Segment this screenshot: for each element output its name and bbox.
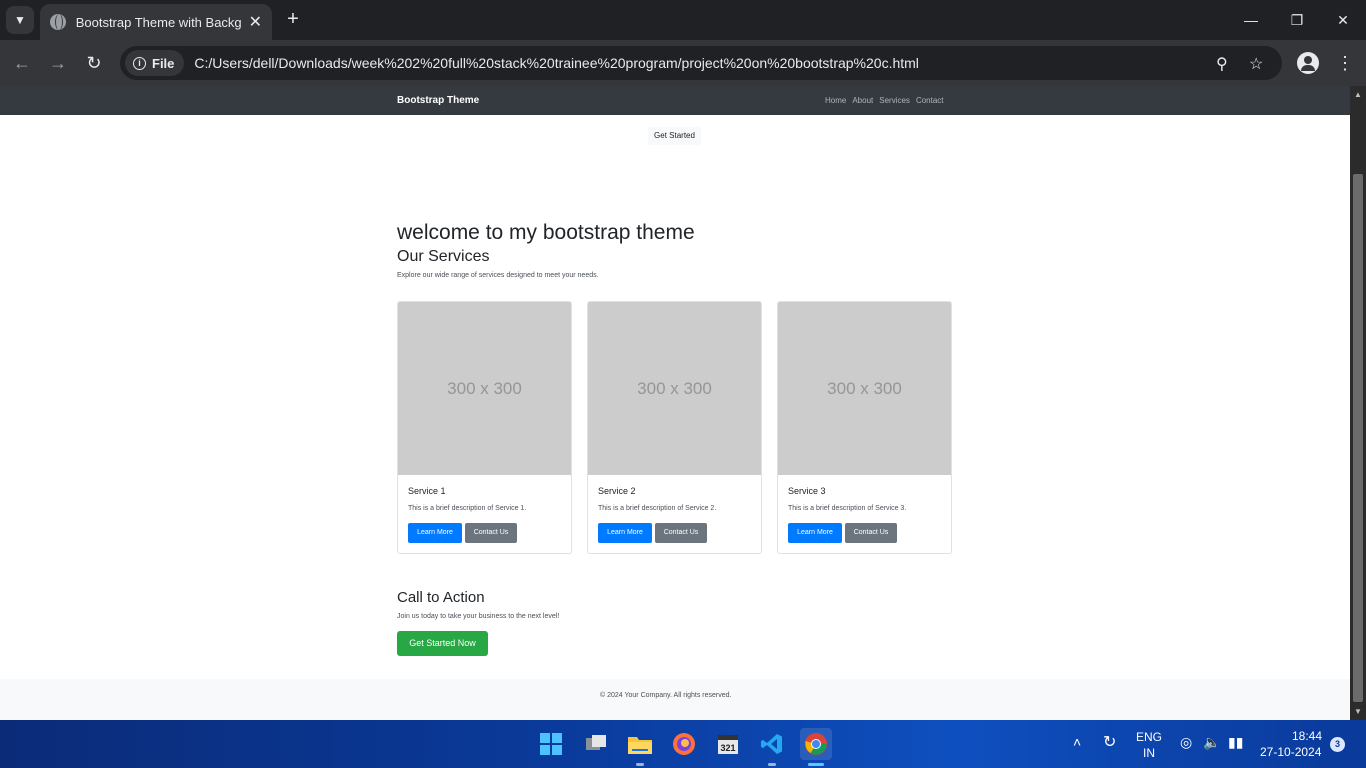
running-indicator [808, 763, 824, 766]
network-icon[interactable]: ◎ [1180, 734, 1192, 751]
svg-text:321: 321 [720, 743, 735, 753]
url-text[interactable]: C:/Users/dell/Downloads/week%202%20full%… [194, 55, 919, 71]
services-heading: Our Services [397, 248, 490, 265]
info-icon: i [133, 56, 146, 70]
notification-badge[interactable]: 3 [1330, 737, 1345, 752]
site-navbar: Bootstrap Theme Home About Services Cont… [0, 86, 1350, 115]
tab-title: Bootstrap Theme with Background [75, 14, 241, 30]
vscode-icon [761, 734, 782, 754]
forward-button[interactable]: → [46, 51, 70, 75]
calendar-app-button[interactable]: 321 [712, 728, 744, 760]
windows-taskbar: 321 ˄ ↻ ENG IN ◎ 🔈 ▮▮ 18:44 27-10-2024 [0, 720, 1366, 768]
learn-more-button[interactable]: Learn More [598, 523, 652, 543]
start-button[interactable] [535, 728, 567, 760]
contact-us-button[interactable]: Contact Us [465, 523, 517, 543]
tab-search-button[interactable]: ▼ [6, 6, 34, 34]
contact-us-button[interactable]: Contact Us [845, 523, 897, 543]
close-window-button[interactable]: ✕ [1320, 0, 1366, 40]
nav-link-home[interactable]: Home [825, 96, 846, 105]
task-view-button[interactable] [580, 728, 612, 760]
cta-heading: Call to Action [397, 589, 485, 606]
service-title: Service 2 [598, 486, 636, 496]
footer-copyright: © 2024 Your Company. All rights reserved… [600, 692, 732, 699]
minimize-button[interactable]: — [1228, 0, 1274, 40]
language-indicator-bottom[interactable]: IN [1143, 746, 1155, 760]
service-description: This is a brief description of Service 2… [598, 505, 717, 512]
start-icon [540, 733, 562, 755]
services-subtitle: Explore our wide range of services desig… [397, 272, 599, 279]
zoom-icon[interactable]: ⚲ [1216, 54, 1228, 74]
cta-subtitle: Join us today to take your business to t… [397, 613, 560, 620]
reload-button[interactable]: ↻ [82, 51, 106, 75]
close-tab-icon[interactable]: ✕ [249, 12, 262, 32]
restore-button[interactable]: ❐ [1274, 0, 1320, 40]
scroll-down-arrow-icon[interactable]: ▼ [1354, 707, 1362, 716]
address-bar[interactable]: i File C:/Users/dell/Downloads/week%202%… [120, 46, 1282, 80]
get-started-now-button[interactable]: Get Started Now [397, 631, 488, 656]
site-info-chip[interactable]: i File [125, 50, 185, 76]
file-explorer-button[interactable] [624, 728, 656, 766]
scroll-thumb[interactable] [1353, 174, 1363, 702]
contact-us-button[interactable]: Contact Us [655, 523, 707, 543]
learn-more-button[interactable]: Learn More [788, 523, 842, 543]
scroll-up-arrow-icon[interactable]: ▲ [1354, 90, 1362, 99]
clock-date[interactable]: 27-10-2024 [1260, 745, 1321, 759]
navbar-brand[interactable]: Bootstrap Theme [397, 95, 479, 106]
service-card-3: 300 x 300 Service 3 This is a brief desc… [777, 301, 952, 554]
vscode-button[interactable] [756, 728, 788, 766]
get-started-button[interactable]: Get Started [648, 127, 701, 145]
hero-title: welcome to my bootstrap theme [397, 221, 695, 244]
firefox-button[interactable] [668, 728, 700, 760]
chevron-up-icon[interactable]: ˄ [1073, 734, 1081, 750]
running-indicator [768, 763, 776, 766]
page-scrollbar[interactable]: ▲ ▼ [1350, 86, 1366, 720]
battery-icon[interactable]: ▮▮ [1228, 734, 1243, 751]
nav-link-contact[interactable]: Contact [916, 96, 944, 105]
page-viewport: Bootstrap Theme Home About Services Cont… [0, 86, 1350, 720]
chevron-down-icon: ▼ [14, 13, 26, 27]
task-view-icon [586, 735, 606, 750]
service-title: Service 3 [788, 486, 826, 496]
globe-icon [50, 14, 66, 30]
service-image-placeholder: 300 x 300 [588, 302, 761, 475]
service-image-placeholder: 300 x 300 [778, 302, 951, 475]
calendar-app-icon: 321 [718, 735, 738, 754]
running-indicator [636, 763, 644, 766]
service-description: This is a brief description of Service 1… [408, 505, 527, 512]
back-button[interactable]: ← [10, 51, 34, 75]
url-scheme-label: File [152, 55, 175, 71]
service-image-placeholder: 300 x 300 [398, 302, 571, 475]
nav-link-services[interactable]: Services [879, 96, 910, 105]
browser-tab-strip: ▼ Bootstrap Theme with Background ✕ + — … [0, 0, 1366, 40]
site-footer: © 2024 Your Company. All rights reserved… [0, 679, 1350, 720]
service-card-1: 300 x 300 Service 1 This is a brief desc… [397, 301, 572, 554]
navbar-links: Home About Services Contact [825, 96, 944, 105]
browser-tab[interactable]: Bootstrap Theme with Background ✕ [40, 4, 272, 40]
service-title: Service 1 [408, 486, 446, 496]
language-indicator-top[interactable]: ENG [1136, 730, 1162, 744]
browser-menu-icon[interactable]: ⋮ [1336, 52, 1354, 74]
clock-time[interactable]: 18:44 [1292, 729, 1322, 743]
file-explorer-icon [628, 737, 652, 754]
bookmark-star-icon[interactable]: ☆ [1249, 54, 1263, 74]
nav-link-about[interactable]: About [852, 96, 873, 105]
learn-more-button[interactable]: Learn More [408, 523, 462, 543]
browser-toolbar: ← → ↻ i File C:/Users/dell/Downloads/wee… [0, 40, 1366, 86]
new-tab-button[interactable]: + [282, 8, 304, 30]
firefox-icon [673, 733, 695, 755]
service-description: This is a brief description of Service 3… [788, 505, 907, 512]
sync-icon[interactable]: ↻ [1103, 732, 1116, 752]
chrome-icon [805, 733, 827, 755]
service-card-2: 300 x 300 Service 2 This is a brief desc… [587, 301, 762, 554]
chrome-button[interactable] [800, 728, 832, 766]
profile-avatar-icon[interactable] [1297, 52, 1319, 74]
volume-icon[interactable]: 🔈 [1203, 734, 1220, 751]
